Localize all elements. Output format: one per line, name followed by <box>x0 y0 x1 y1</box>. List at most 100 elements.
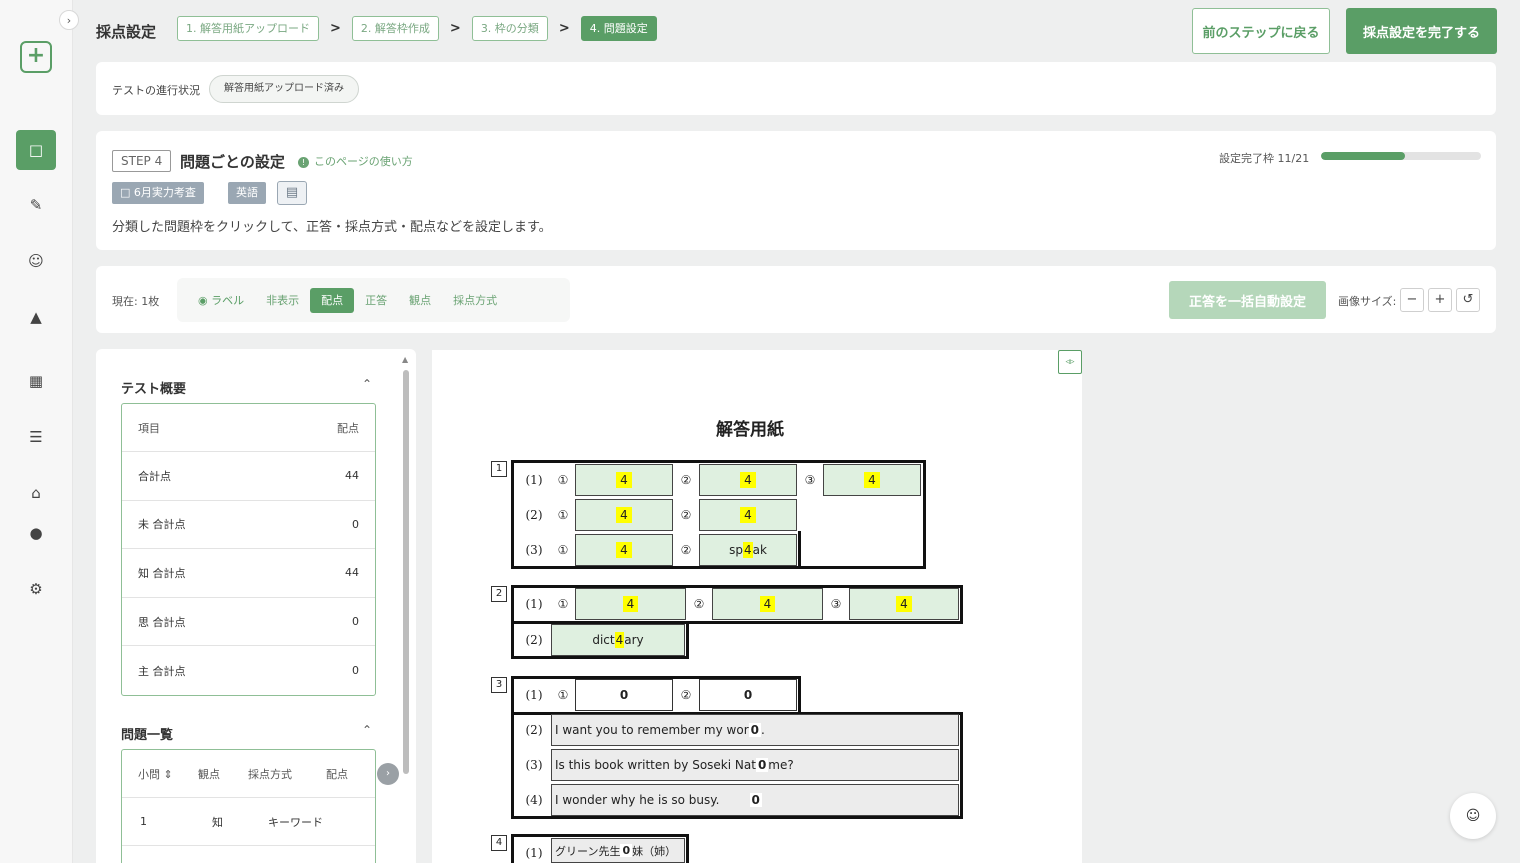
row-label: 主 合計点 <box>138 664 186 678</box>
document-icon: □ <box>120 186 131 199</box>
row-label: 知 合計点 <box>138 566 186 580</box>
score-mark: 0 <box>617 688 631 702</box>
sheet-icon[interactable]: ▤ <box>277 181 307 205</box>
scrollbar[interactable] <box>403 370 409 774</box>
info-icon: ! <box>298 157 309 168</box>
row-value: 0 <box>352 664 359 678</box>
score-mark: 0 <box>749 793 762 807</box>
sub-label: (1) <box>525 846 543 860</box>
question-number: 3 <box>491 677 507 693</box>
summary-table: 項目 配点 合計点 44 未 合計点 0 知 合計点 44 思 合計点 0 主 合計点 0 <box>121 403 376 696</box>
answer-cell[interactable]: 4 <box>575 499 673 531</box>
choice-label: ③ <box>830 597 842 611</box>
answer-cell[interactable]: 0 <box>699 679 797 711</box>
nav-document-icon[interactable]: □ <box>16 130 56 170</box>
question-number: 4 <box>491 835 507 851</box>
score-mark: 4 <box>622 596 639 612</box>
finish-button[interactable]: 採点設定を完了する <box>1346 8 1497 54</box>
answer-cell[interactable]: I wonder why he is so busy. 0 <box>551 784 959 816</box>
zoom-in-button[interactable]: + <box>1428 288 1452 312</box>
nav-pen-icon[interactable]: ✎ <box>16 185 56 225</box>
howto-label: このページの使い方 <box>314 155 413 168</box>
question-1-outline <box>511 531 801 569</box>
nav-graduation-icon[interactable]: ▲ <box>16 297 56 337</box>
answer-cell[interactable]: 4 <box>849 588 959 620</box>
table-row[interactable]: 1 知 キーワード <box>122 798 375 846</box>
questions-table: 小問 ⇕ 観点 採点方式 配点 › 1 知 キーワード <box>121 749 399 863</box>
answer-cell[interactable]: dict 4 ary <box>551 624 685 656</box>
answer-cell[interactable]: 4 <box>699 499 797 531</box>
scroll-right-icon[interactable]: › <box>377 763 399 785</box>
mode-answer[interactable]: 正答 <box>354 288 398 313</box>
expand-width-icon[interactable]: ◃▹ <box>1058 350 1082 374</box>
scroll-up-icon[interactable]: ▲ <box>402 355 408 364</box>
answer-text: ary <box>624 633 644 647</box>
row-value: 44 <box>345 566 359 580</box>
page-header: 採点設定 1. 解答用紙アップロード > 2. 解答枠作成 > 3. 枠の分類 … <box>73 0 1520 60</box>
answer-cell[interactable]: 4 <box>712 588 823 620</box>
chevron-right-icon: > <box>558 21 570 36</box>
create-new-icon[interactable]: + <box>20 41 52 73</box>
chat-support-icon[interactable]: ☺ <box>1450 793 1496 839</box>
mode-label[interactable]: ◉ ラベル <box>187 288 255 313</box>
nav-list-icon[interactable]: ☰ <box>16 417 56 457</box>
sub-label: (2) <box>525 723 543 737</box>
zoom-out-button[interactable]: − <box>1400 288 1424 312</box>
answer-cell[interactable]: 0 <box>575 679 673 711</box>
nav-settings-icon[interactable]: ⚙ <box>16 569 56 609</box>
mode-switcher: ◉ ラベル 非表示 配点 正答 観点 採点方式 <box>177 278 570 322</box>
sub-label: (2) <box>525 508 543 522</box>
score-mark: 0 <box>620 844 633 857</box>
score-mark: 4 <box>740 507 756 523</box>
step-2[interactable]: 2. 解答枠作成 <box>351 16 439 41</box>
nav-school-icon[interactable]: ⌂ <box>16 473 56 513</box>
chevron-right-icon: > <box>449 21 461 36</box>
choice-label: ② <box>680 688 692 702</box>
progress-label: テストの進行状況 <box>112 84 200 97</box>
answer-cell[interactable]: Is this book written by Soseki Nat 0 me? <box>551 749 959 781</box>
step-1[interactable]: 1. 解答用紙アップロード <box>177 16 319 41</box>
summary-header: 項目 配点 <box>122 404 375 452</box>
choice-label: ② <box>680 473 692 487</box>
col-score: 配点 <box>337 421 359 435</box>
mode-toolbar: 現在: 1枚 ◉ ラベル 非表示 配点 正答 観点 採点方式 正答を一括自動設定… <box>96 266 1496 333</box>
col-method: 採点方式 <box>248 767 292 781</box>
questions-header: 小問 ⇕ 観点 採点方式 配点 › <box>122 750 399 798</box>
score-mark: 4 <box>614 632 625 648</box>
back-step-button[interactable]: 前のステップに戻る <box>1192 8 1330 54</box>
reset-zoom-button[interactable]: ↺ <box>1456 288 1480 312</box>
sort-icon: ⇕ <box>163 767 173 781</box>
answer-cell[interactable]: I want you to remember my wor 0. <box>551 714 959 746</box>
nav-group-icon[interactable]: ☺ <box>16 241 56 281</box>
choice-label: ② <box>680 508 692 522</box>
mode-score[interactable]: 配点 <box>310 287 355 313</box>
answer-cell[interactable]: 4 <box>575 588 686 620</box>
mode-viewpoint[interactable]: 観点 <box>398 288 442 313</box>
collapse-questions-icon[interactable]: ⌃ <box>362 723 372 737</box>
nav-user-icon[interactable]: ● <box>16 513 56 553</box>
answer-cell[interactable]: 4 <box>575 464 673 496</box>
summary-panel: テスト概要 ⌃ 項目 配点 合計点 44 未 合計点 0 知 合計点 44 思 合計点… <box>96 349 416 863</box>
mode-method[interactable]: 採点方式 <box>442 288 508 313</box>
row-view: 知 <box>212 815 223 829</box>
row-label: 思 合計点 <box>138 615 186 629</box>
summary-title: テスト概要 <box>121 382 187 397</box>
answer-cell[interactable]: 4 <box>699 464 797 496</box>
collapse-summary-icon[interactable]: ⌃ <box>362 377 372 391</box>
table-row: 知 合計点 44 <box>122 549 375 598</box>
step-4[interactable]: 4. 問題設定 <box>580 16 657 41</box>
howto-link[interactable]: ! このページの使い方 <box>298 153 413 169</box>
page-title: 採点設定 <box>96 23 157 41</box>
sub-label: (1) <box>525 688 543 702</box>
col-subq[interactable]: 小問 ⇕ <box>138 766 188 782</box>
table-row: 未 合計点 0 <box>122 501 375 550</box>
answer-cell[interactable]: 4 <box>823 464 921 496</box>
table-row: 主 合計点 0 <box>122 646 375 695</box>
auto-set-answers-button[interactable]: 正答を一括自動設定 <box>1169 281 1326 319</box>
left-rail: › + □ ✎ ☺ ▲ ▦ ☰ ⌂ ● ⚙ <box>0 0 79 863</box>
nav-book-icon[interactable]: ▦ <box>16 361 56 401</box>
col-subq-label: 小問 <box>138 767 160 781</box>
step-3[interactable]: 3. 枠の分類 <box>471 16 548 41</box>
mode-hidden[interactable]: 非表示 <box>255 288 310 313</box>
answer-cell[interactable]: グリーン先生 0 妹（姉） <box>551 838 685 863</box>
